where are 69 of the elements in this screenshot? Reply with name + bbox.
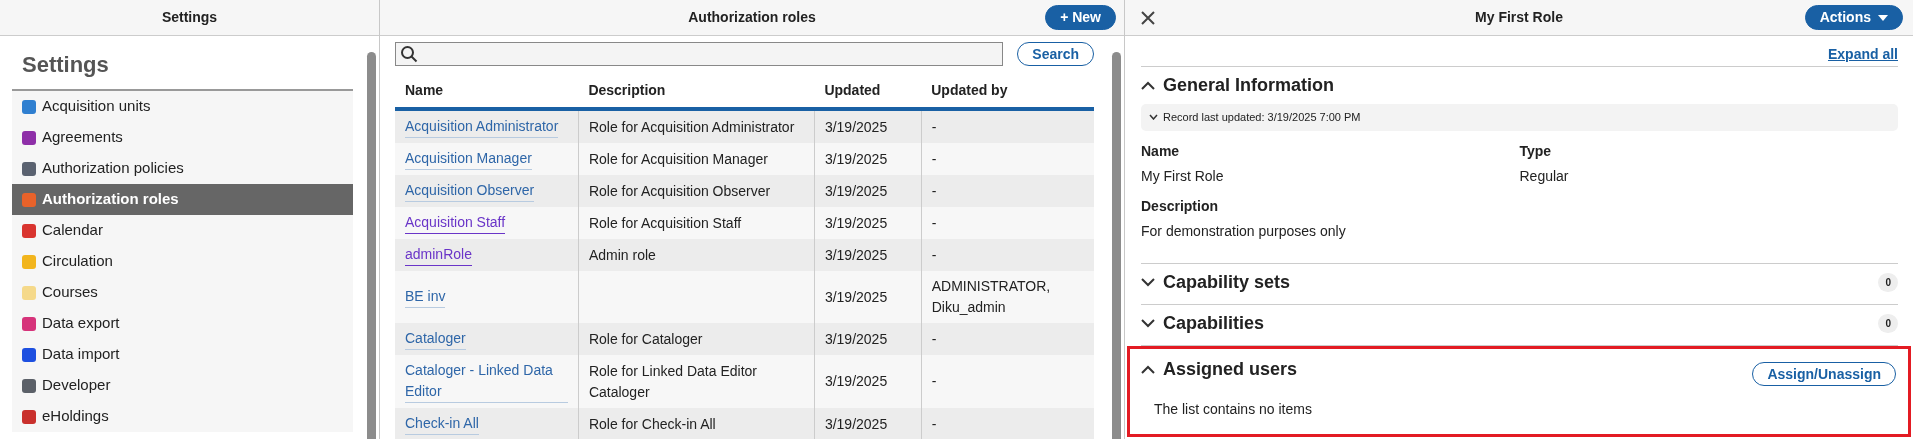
table-cell: Role for Acquisition Observer: [588, 182, 771, 199]
table-cell: 3/19/2025: [824, 330, 888, 347]
settings-nav-item[interactable]: Developer: [12, 370, 353, 401]
count-badge: 0: [1878, 313, 1898, 333]
field-value: My First Role: [1141, 166, 1225, 186]
actions-button[interactable]: Actions: [1804, 5, 1903, 30]
table-cell: -: [931, 415, 937, 432]
close-icon[interactable]: [1141, 10, 1155, 25]
table-cell: -: [931, 150, 937, 167]
settings-nav-item[interactable]: Acquisition units: [12, 91, 353, 122]
settings-nav-item[interactable]: Data import: [12, 339, 353, 370]
new-button[interactable]: + New: [1045, 5, 1116, 30]
table-cell: -: [931, 246, 937, 263]
settings-nav-item[interactable]: Agreements: [12, 122, 353, 153]
table-cell: 3/19/2025: [824, 288, 888, 305]
table-cell: Role for Acquisition Manager: [588, 150, 768, 167]
accordion-header[interactable]: Capability sets 0: [1141, 263, 1898, 304]
pane-title: Authorization roles: [688, 8, 816, 27]
table-cell: Role for Acquisition Administrator: [588, 118, 795, 135]
table-cell: Admin role: [588, 246, 656, 263]
table-cell: ADMINISTRATOR, Diku_admin: [931, 278, 1051, 316]
accordion-header[interactable]: Capabilities 0: [1141, 304, 1898, 345]
table-cell: 3/19/2025: [824, 118, 888, 135]
expand-all-link[interactable]: Expand all: [1827, 44, 1898, 65]
table-cell: 3/19/2025: [824, 150, 888, 167]
field-label: Type: [1519, 141, 1553, 161]
table-cell: Role for Linked Data Editor Cataloger: [588, 362, 757, 400]
table-cell: Role for Cataloger: [588, 330, 703, 347]
settings-nav-item[interactable]: Authorization roles: [12, 184, 353, 215]
pane-title: My First Role: [1475, 8, 1563, 27]
table-cell: 3/19/2025: [824, 182, 888, 199]
table-cell: -: [931, 118, 937, 135]
settings-nav-item[interactable]: eHoldings: [12, 401, 353, 432]
count-badge: 0: [1878, 272, 1898, 292]
role-link[interactable]: BE inv: [405, 286, 446, 309]
table-cell: Role for Acquisition Staff: [588, 214, 742, 231]
search-button[interactable]: Search: [1017, 42, 1094, 67]
chevron-down-icon: [1141, 277, 1155, 287]
settings-nav-item[interactable]: Authorization policies: [12, 153, 353, 184]
table-cell: 3/19/2025: [824, 214, 888, 231]
table-cell: 3/19/2025: [824, 373, 888, 390]
empty-list-message: The list contains no items: [1153, 399, 1313, 419]
table-cell: 3/19/2025: [824, 246, 888, 263]
chevron-up-icon: [1141, 80, 1155, 91]
record-meta-toggle[interactable]: Record last updated: 3/19/2025 7:00 PM: [1141, 104, 1898, 131]
table-cell: -: [931, 373, 937, 390]
chevron-up-icon: [1141, 364, 1155, 375]
accordion-header[interactable]: General Information: [1141, 67, 1898, 104]
table-cell: -: [931, 182, 937, 199]
field-value: For demonstration purposes only: [1141, 221, 1347, 241]
table-cell: -: [931, 214, 937, 231]
field-value: Regular: [1519, 166, 1570, 186]
table-cell: Role for Check-in All: [588, 415, 716, 432]
assign-unassign-button[interactable]: Assign/Unassign: [1752, 361, 1896, 386]
caret-down-icon: [1878, 14, 1888, 21]
table-cell: -: [931, 330, 937, 347]
settings-nav-item[interactable]: Calendar: [12, 215, 353, 246]
field-label: Description: [1141, 196, 1219, 216]
chevron-down-icon: [1149, 114, 1158, 121]
chevron-down-icon: [1141, 318, 1155, 328]
settings-nav-item[interactable]: Data export: [12, 308, 353, 339]
settings-nav-item[interactable]: Circulation: [12, 246, 353, 277]
table-cell: 3/19/2025: [824, 415, 888, 432]
field-label: Name: [1141, 141, 1181, 161]
search-field[interactable]: [395, 42, 1004, 67]
settings-nav-item[interactable]: Courses: [12, 277, 353, 308]
accordion-header[interactable]: Assigned users Assign/Unassign: [1141, 348, 1896, 391]
pane-title: Settings: [0, 0, 379, 36]
search-icon: [400, 45, 418, 64]
